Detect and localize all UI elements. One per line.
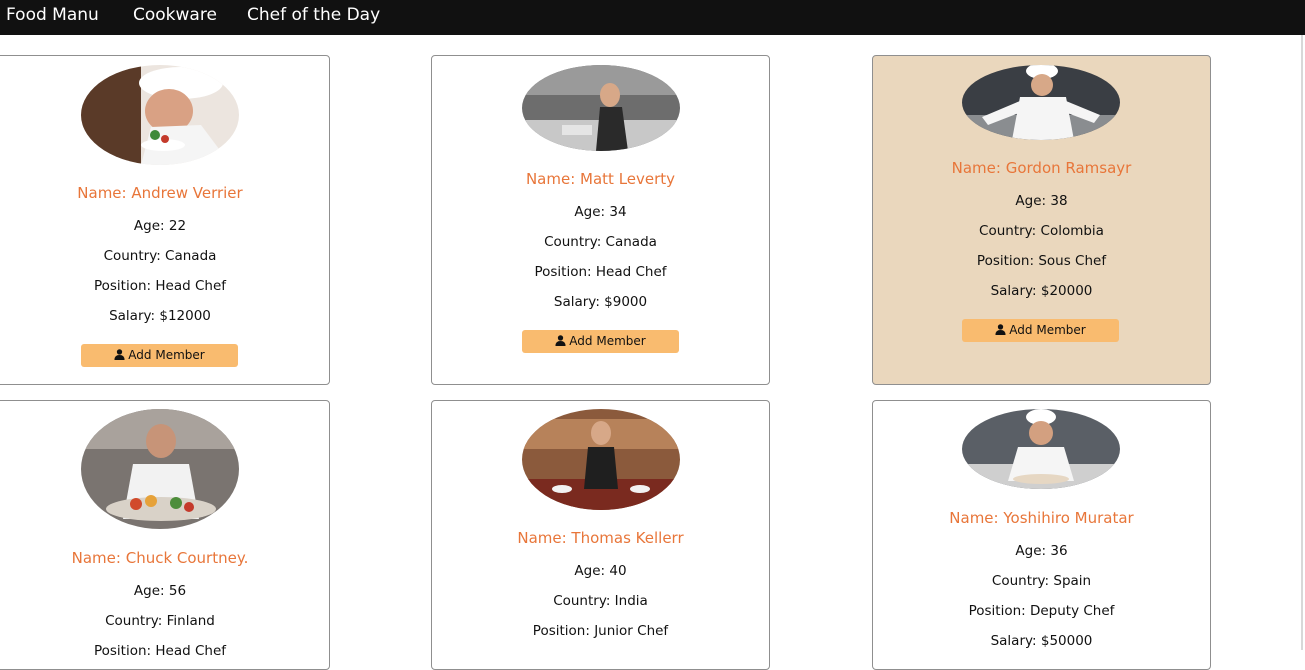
chef-card: Name: Matt Leverty Age: 34 Country: Cana… xyxy=(431,55,770,385)
user-icon xyxy=(995,324,1006,335)
chef-card-highlighted: Name: Gordon Ramsayr Age: 38 Country: Co… xyxy=(872,55,1211,385)
top-navbar: Food Manu Cookware Chef of the Day xyxy=(0,0,1305,35)
add-member-button[interactable]: Add Member xyxy=(81,344,238,367)
chef-salary: Salary: $9000 xyxy=(553,294,648,310)
add-member-label: Add Member xyxy=(128,348,205,362)
chef-position: Position: Junior Chef xyxy=(532,623,669,639)
user-icon xyxy=(114,349,125,360)
chef-age: Age: 34 xyxy=(574,204,627,220)
chef-age: Age: 40 xyxy=(574,563,627,579)
chef-position: Position: Head Chef xyxy=(93,278,227,294)
add-member-button[interactable]: Add Member xyxy=(962,319,1119,342)
chef-position: Position: Head Chef xyxy=(93,643,227,659)
chef-country: Country: India xyxy=(553,593,648,609)
chef-photo xyxy=(81,409,239,529)
chef-salary: Salary: $12000 xyxy=(109,308,211,324)
page-scrollbar[interactable] xyxy=(1301,35,1303,650)
nav-cookware-link[interactable]: Cookware xyxy=(133,4,217,26)
chef-name: Name: Andrew Verrier xyxy=(77,184,243,202)
chef-position: Position: Head Chef xyxy=(534,264,667,280)
nav-food-menu-link[interactable]: Food Manu xyxy=(6,4,99,26)
chef-position: Position: Sous Chef xyxy=(976,253,1107,269)
chef-photo xyxy=(522,409,680,510)
chef-name: Name: Chuck Courtney. xyxy=(71,549,249,567)
chef-country: Country: Spain xyxy=(991,573,1092,589)
add-member-label: Add Member xyxy=(569,334,646,348)
chef-salary: Salary: $20000 xyxy=(990,283,1093,299)
chef-age: Age: 38 xyxy=(1015,193,1068,209)
chef-country: Country: Canada xyxy=(103,248,217,264)
nav-chef-of-the-day-link[interactable]: Chef of the Day xyxy=(247,4,380,26)
chef-card: Name: Andrew Verrier Age: 22 Country: Ca… xyxy=(0,55,330,385)
add-member-label: Add Member xyxy=(1009,323,1086,337)
chef-photo xyxy=(81,65,239,165)
chef-name: Name: Yoshihiro Muratar xyxy=(949,509,1134,527)
chef-country: Country: Finland xyxy=(105,613,215,629)
chef-salary: Salary: $50000 xyxy=(990,633,1093,649)
user-icon xyxy=(555,335,566,346)
chef-card: Name: Chuck Courtney. Age: 56 Country: F… xyxy=(0,400,330,670)
chef-card: Name: Yoshihiro Muratar Age: 36 Country:… xyxy=(872,400,1211,670)
chef-age: Age: 36 xyxy=(1015,543,1068,559)
chef-name: Name: Gordon Ramsayr xyxy=(951,159,1132,177)
chef-country: Country: Canada xyxy=(544,234,657,250)
chef-photo xyxy=(962,65,1120,140)
chef-age: Age: 56 xyxy=(133,583,187,599)
chef-name: Name: Matt Leverty xyxy=(525,170,676,188)
chef-card: Name: Thomas Kellerr Age: 40 Country: In… xyxy=(431,400,770,670)
chef-photo xyxy=(522,65,680,151)
chef-age: Age: 22 xyxy=(133,218,187,234)
chef-country: Country: Colombia xyxy=(979,223,1104,239)
chef-photo xyxy=(962,409,1120,489)
chef-name: Name: Thomas Kellerr xyxy=(517,529,684,547)
add-member-button[interactable]: Add Member xyxy=(522,330,679,353)
chef-position: Position: Deputy Chef xyxy=(968,603,1115,619)
